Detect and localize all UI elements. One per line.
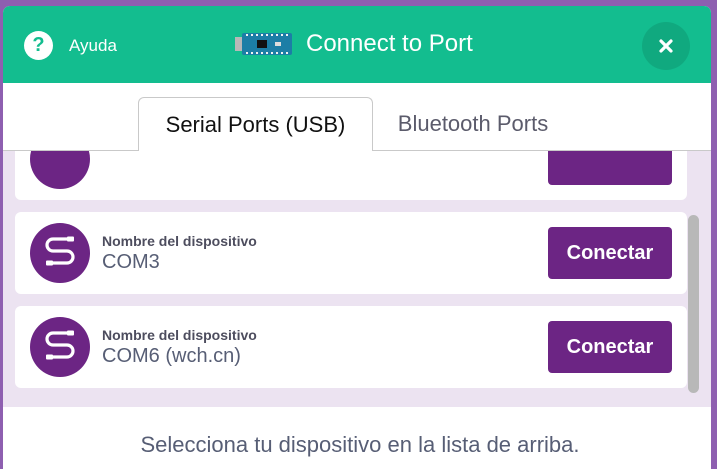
connect-button[interactable]: Conectar [548, 321, 672, 373]
scrollbar[interactable] [688, 215, 699, 393]
tab-serial-ports[interactable]: Serial Ports (USB) [138, 97, 373, 152]
help-label: Ayuda [69, 35, 117, 55]
device-list[interactable]: Nombre del dispositivo COM3 Conectar Nom… [3, 151, 711, 407]
dialog-footer: Selecciona tu dispositivo en la lista de… [3, 407, 711, 469]
instruction-text: Selecciona tu dispositivo en la lista de… [140, 432, 580, 457]
usb-cable-icon [30, 151, 90, 189]
device-name: COM3 [102, 251, 160, 273]
close-button[interactable] [642, 22, 690, 70]
device-name-label: Nombre del dispositivo [102, 327, 257, 343]
list-item: Nombre del dispositivo COM3 Conectar [15, 212, 687, 294]
connect-button-partial[interactable] [548, 151, 672, 185]
connect-dialog: ? Ayuda Connect to Port Serial Ports (US… [3, 6, 711, 469]
usb-cable-icon [30, 317, 90, 377]
connect-button[interactable]: Conectar [548, 227, 672, 279]
device-name: COM6 (wch.cn) [102, 345, 241, 367]
dialog-title: Connect to Port [306, 30, 473, 57]
close-icon [659, 39, 673, 53]
port-tabs: Serial Ports (USB) Bluetooth Ports [3, 83, 711, 152]
board-icon [235, 33, 292, 55]
help-icon: ? [24, 31, 53, 60]
usb-cable-icon [30, 223, 90, 283]
help-button[interactable]: ? Ayuda [24, 31, 117, 60]
list-item: Nombre del dispositivo COM6 (wch.cn) Con… [15, 306, 687, 388]
dialog-title-group: Connect to Port [235, 30, 473, 58]
list-item-partial [15, 151, 687, 200]
dialog-header: ? Ayuda Connect to Port [3, 6, 711, 83]
device-name-label: Nombre del dispositivo [102, 233, 257, 249]
tab-bluetooth-ports[interactable]: Bluetooth Ports [373, 97, 573, 151]
